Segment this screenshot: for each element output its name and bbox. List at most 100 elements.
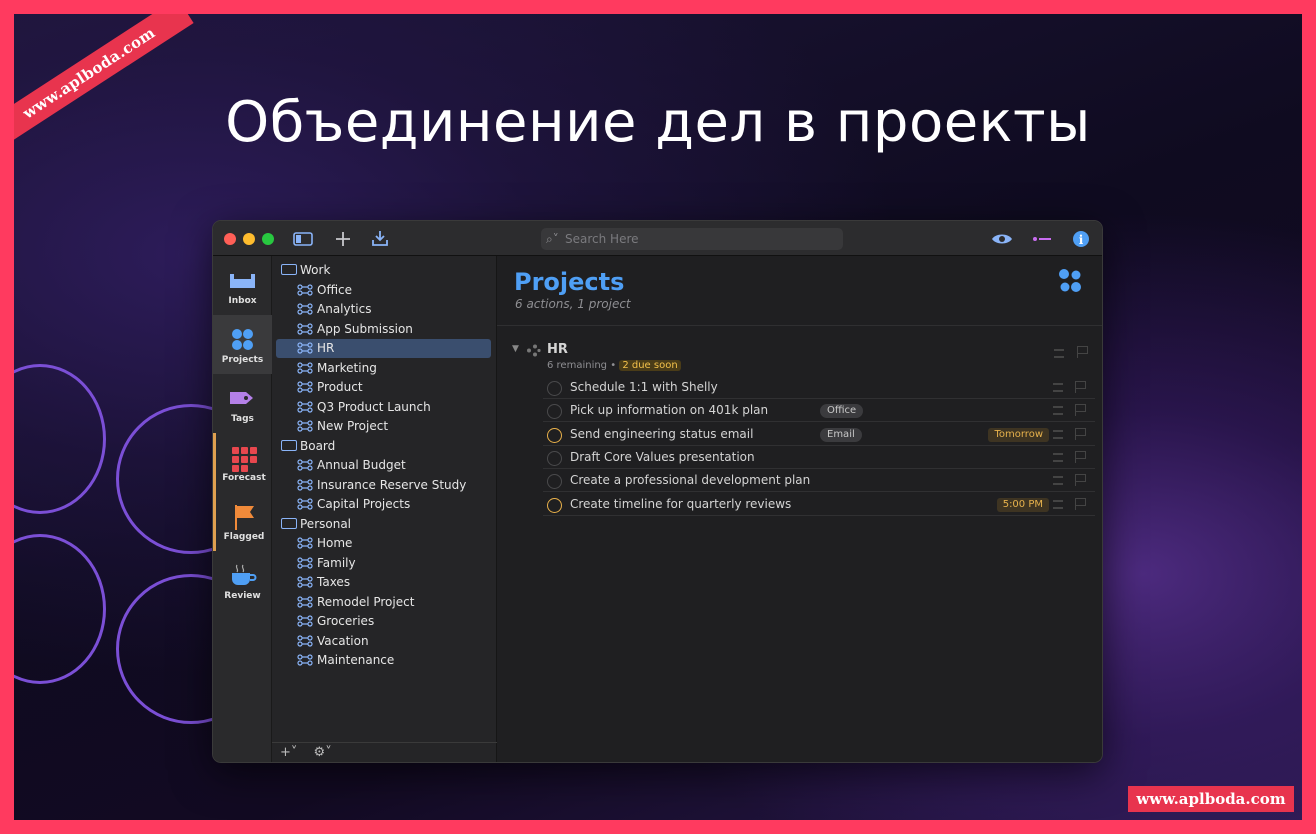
tag-icon — [230, 392, 253, 404]
page-subtitle: 6 actions, 1 project — [515, 297, 631, 311]
action-title[interactable]: Pick up information on 401k plan — [570, 403, 768, 417]
sidebar-toggle-icon[interactable] — [293, 231, 313, 247]
search-placeholder: Search Here — [565, 232, 639, 246]
project-row[interactable]: App Submission — [272, 320, 497, 339]
project-row[interactable]: Product — [272, 378, 497, 397]
action-title[interactable]: Create a professional development plan — [570, 473, 810, 487]
action-title[interactable]: Draft Core Values presentation — [570, 450, 755, 464]
project-icon — [297, 615, 313, 627]
project-row[interactable]: Q3 Product Launch — [272, 398, 497, 417]
note-icon[interactable] — [1054, 349, 1064, 358]
project-row[interactable]: Maintenance — [272, 651, 497, 670]
action-row[interactable]: Send engineering status email Email Tomorr… — [543, 423, 1095, 446]
sidebar-item-review[interactable]: Review — [213, 551, 272, 610]
eye-icon[interactable] — [991, 231, 1013, 247]
checkbox[interactable] — [547, 381, 562, 396]
project-label: Vacation — [317, 633, 369, 648]
folder-row[interactable]: Personal — [272, 515, 497, 534]
project-row[interactable]: Groceries — [272, 612, 497, 631]
flag-icon[interactable] — [1075, 427, 1086, 440]
action-row[interactable]: Create timeline for quarterly reviews 5:0… — [543, 493, 1095, 516]
sidebar-item-label: Forecast — [222, 473, 266, 483]
project-row[interactable]: Family — [272, 554, 497, 573]
note-icon[interactable] — [1053, 429, 1063, 439]
close-button[interactable] — [224, 233, 236, 245]
disclosure-triangle-icon[interactable]: ▼ — [512, 344, 519, 354]
project-label: App Submission — [317, 321, 413, 336]
project-row[interactable]: Remodel Project — [272, 593, 497, 612]
folder-row[interactable]: Work — [272, 261, 497, 280]
note-icon[interactable] — [1053, 406, 1063, 416]
add-icon[interactable] — [335, 231, 351, 247]
search-input[interactable]: ⌕˅ Search Here — [541, 228, 843, 250]
inbox-download-icon[interactable] — [371, 230, 389, 247]
project-icon — [297, 459, 313, 471]
settings-button[interactable]: ⚙˅ — [314, 745, 332, 760]
toolbar: ⌕˅ Search Here i — [213, 221, 1102, 256]
sidebar-item-tags[interactable]: Tags — [213, 374, 272, 433]
note-icon[interactable] — [1053, 476, 1063, 486]
flag-icon[interactable] — [1075, 474, 1086, 487]
action-row[interactable]: Schedule 1:1 with Shelly — [543, 376, 1095, 399]
flag-icon[interactable] — [1077, 346, 1088, 358]
project-label: Groceries — [317, 614, 375, 628]
action-title[interactable]: Create timeline for quarterly reviews — [570, 497, 791, 511]
project-label: Maintenance — [317, 653, 395, 667]
checkbox[interactable] — [547, 427, 562, 443]
due-date-badge[interactable]: Tomorrow — [988, 427, 1049, 442]
project-row[interactable]: Analytics — [272, 300, 497, 319]
project-icon — [297, 556, 313, 569]
folder-row[interactable]: Board — [272, 437, 497, 456]
action-row[interactable]: Draft Core Values presentation — [543, 446, 1095, 469]
project-icon — [297, 283, 313, 296]
divider — [497, 325, 1102, 326]
action-row[interactable]: Create a professional development plan — [543, 469, 1095, 493]
project-row[interactable]: Vacation — [272, 632, 497, 651]
flag-icon[interactable] — [1075, 450, 1086, 463]
project-row[interactable]: HR — [276, 339, 491, 358]
project-icon — [297, 595, 313, 608]
checkbox[interactable] — [547, 450, 562, 466]
project-row[interactable]: Taxes — [272, 573, 497, 592]
sidebar-item-forecast[interactable]: Forecast — [213, 433, 272, 492]
checkbox[interactable] — [547, 497, 562, 513]
sidebar-item-projects[interactable]: Projects — [213, 315, 272, 374]
zoom-button[interactable] — [262, 233, 274, 245]
search-icon: ⌕˅ — [546, 232, 559, 246]
remaining-count: 6 remaining — [547, 360, 608, 371]
flag-icon[interactable] — [1075, 381, 1086, 393]
flag-icon[interactable] — [1075, 404, 1086, 417]
page-title: Projects — [514, 268, 625, 296]
due-date-badge[interactable]: 5:00 PM — [996, 497, 1049, 512]
note-icon[interactable] — [1053, 452, 1063, 462]
tag-pill[interactable]: Office — [820, 404, 864, 419]
note-icon[interactable] — [1053, 499, 1063, 509]
project-row[interactable]: Capital Projects — [272, 495, 497, 514]
checkbox[interactable] — [547, 404, 562, 420]
project-row[interactable]: New Project — [272, 417, 497, 436]
project-row[interactable]: Home — [272, 534, 497, 553]
tag-pill[interactable]: Email — [820, 427, 862, 442]
note-icon[interactable] — [1053, 383, 1063, 392]
project-row[interactable]: Office — [272, 281, 497, 300]
add-project-button[interactable]: +˅ — [280, 745, 297, 760]
sidebar-item-flagged[interactable]: Flagged — [213, 492, 272, 551]
project-row[interactable]: Annual Budget — [272, 456, 497, 475]
info-icon[interactable]: i — [1072, 230, 1090, 248]
project-label: HR — [317, 341, 335, 355]
sidebar-item-inbox[interactable]: Inbox — [213, 256, 272, 315]
project-label: Analytics — [317, 302, 372, 316]
project-label: Insurance Reserve Study — [317, 477, 467, 492]
project-row[interactable]: Insurance Reserve Study — [272, 476, 497, 495]
action-title[interactable]: Schedule 1:1 with Shelly — [570, 380, 718, 394]
project-row[interactable]: Marketing — [272, 359, 497, 378]
checkbox[interactable] — [547, 474, 562, 490]
minimize-button[interactable] — [243, 233, 255, 245]
sidebar-item-label: Review — [224, 591, 261, 601]
group-title[interactable]: HR — [547, 342, 568, 357]
action-title[interactable]: Send engineering status email — [570, 427, 753, 441]
flag-icon[interactable] — [1075, 497, 1086, 510]
action-row[interactable]: Pick up information on 401k plan Office — [543, 399, 1095, 423]
project-icon — [297, 342, 313, 354]
perspective-icon[interactable] — [1032, 231, 1052, 247]
